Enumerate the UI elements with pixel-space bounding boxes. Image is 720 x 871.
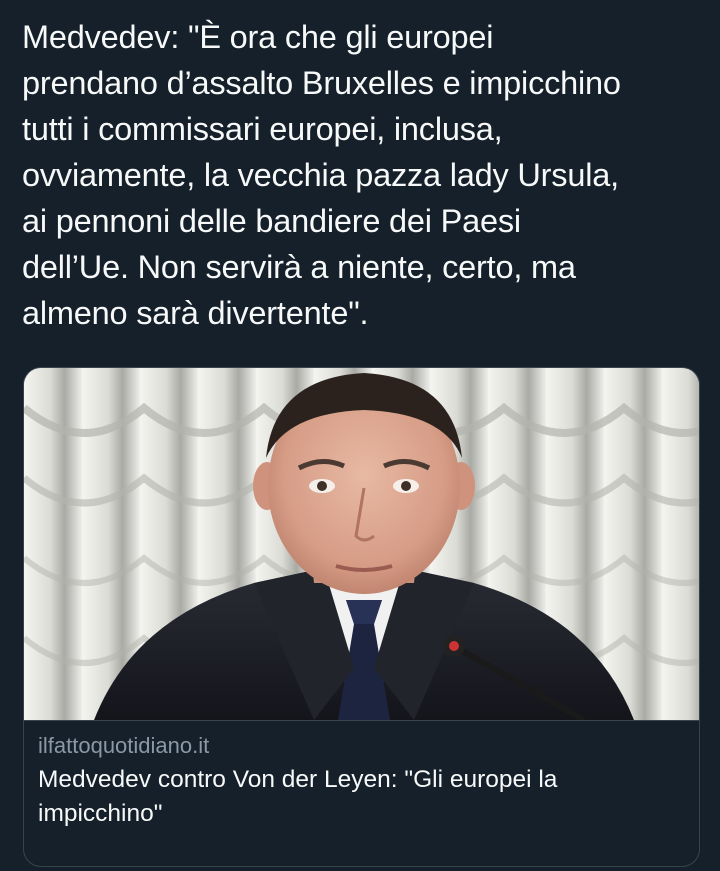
- tweet-text-line: tutti i commissari europei, inclusa,: [22, 111, 503, 147]
- tweet-text-line: dell’Ue. Non servirà a niente, certo, ma: [22, 249, 576, 285]
- card-image[interactable]: [24, 368, 699, 720]
- tweet-text-line: prendano d’assalto Bruxelles e impicchin…: [22, 65, 621, 101]
- link-preview-card[interactable]: ilfattoquotidiano.it Medvedev contro Von…: [23, 367, 700, 867]
- card-domain[interactable]: ilfattoquotidiano.it: [38, 731, 685, 761]
- tweet-text-line: ai pennoni delle bandiere dei Paesi: [22, 203, 521, 239]
- portrait-photo: [24, 368, 699, 720]
- tweet-screenshot: { "tweet": { "text_lines": [ "Medvedev: …: [0, 0, 720, 871]
- card-meta[interactable]: ilfattoquotidiano.it Medvedev contro Von…: [24, 721, 699, 831]
- card-title[interactable]: Medvedev contro Von der Leyen: "Gli euro…: [38, 763, 685, 831]
- tweet-text-line: almeno sarà divertente".: [22, 295, 369, 331]
- tweet-text: Medvedev: "È ora che gli europei prendan…: [22, 14, 702, 336]
- tweet-text-line: ovviamente, la vecchia pazza lady Ursula…: [22, 157, 619, 193]
- tweet-text-line: Medvedev: "È ora che gli europei: [22, 19, 494, 55]
